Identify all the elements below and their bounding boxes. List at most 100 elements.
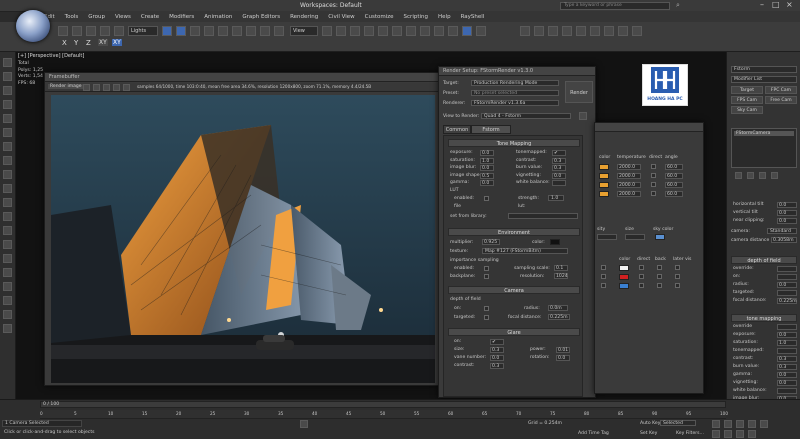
glare-field[interactable]: 0.0 (556, 355, 570, 361)
direct-checkbox[interactable] (651, 164, 656, 169)
utilities-icon[interactable] (3, 128, 12, 137)
param-field[interactable] (552, 180, 566, 186)
light-flag-checkbox[interactable] (675, 274, 680, 279)
light-flag-checkbox[interactable] (639, 274, 644, 279)
angle-field[interactable]: 60.0 (665, 173, 683, 179)
framebuffer-window[interactable]: Framebuffer Render image samples 64/1000… (44, 72, 441, 386)
grid-icon[interactable] (534, 26, 544, 36)
param-field[interactable]: 0.3 (552, 157, 566, 164)
param-field[interactable]: 0.0 (480, 165, 494, 171)
undo-icon[interactable] (86, 26, 96, 36)
make-unique-icon[interactable] (759, 172, 766, 179)
copy-image-icon[interactable] (93, 84, 100, 91)
size-field[interactable] (625, 234, 645, 240)
reference-coord-dropdown[interactable]: View (290, 26, 318, 36)
play-icon[interactable] (736, 420, 744, 428)
mirror-icon[interactable] (274, 26, 284, 36)
time-slider[interactable]: 0 / 100 (40, 401, 726, 408)
param-field[interactable]: 1.0 (480, 157, 494, 164)
rp-param-field[interactable]: 0.0 (777, 210, 797, 216)
angle-field[interactable]: 60.0 (665, 191, 683, 197)
rp-param-field[interactable]: 0.3 (777, 364, 797, 370)
direct-checkbox[interactable] (651, 191, 656, 196)
move-icon[interactable] (162, 26, 172, 36)
snap-toggle-icon[interactable] (3, 142, 12, 151)
temperature-field[interactable]: 2000.0 (617, 164, 641, 170)
freeze-icon[interactable] (3, 156, 12, 165)
minimize-icon[interactable]: – (760, 0, 764, 9)
camera-type-dropdown[interactable]: Standard (767, 228, 797, 234)
render-left-icon[interactable] (3, 310, 12, 319)
restrict-z-button[interactable]: Z (86, 39, 91, 47)
rp-param-field[interactable] (777, 388, 797, 394)
teapot-icon[interactable] (476, 26, 486, 36)
env-multiplier-field[interactable]: 0.925 (482, 239, 500, 245)
scale-icon[interactable] (190, 26, 200, 36)
render-setup-window[interactable]: Render Setup: FStormRender v1.3.0 Target… (438, 66, 596, 398)
light-color-swatch[interactable] (599, 173, 609, 179)
clear-image-icon[interactable] (113, 84, 120, 91)
align-icon[interactable] (336, 26, 346, 36)
param-field[interactable]: 0.0 (480, 180, 494, 186)
rp-tone-header[interactable]: tone mapping (731, 314, 797, 322)
layer-icon[interactable] (350, 26, 360, 36)
rp-param-field[interactable]: 0.0 (777, 202, 797, 208)
display-icon[interactable] (3, 114, 12, 123)
rendered-image[interactable] (51, 95, 435, 383)
pause-icon[interactable] (123, 84, 130, 91)
glare-field[interactable]: 0.3 (490, 347, 504, 353)
param-field[interactable]: 0.3 (552, 165, 566, 171)
dof-on-checkbox[interactable] (484, 306, 489, 311)
show-end-result-icon[interactable] (747, 172, 754, 179)
menu-item[interactable]: Customize (365, 14, 394, 20)
temperature-field[interactable]: 2000.0 (617, 173, 641, 179)
camera-type-button[interactable]: Free Cam (765, 96, 797, 104)
light-color-swatch[interactable] (599, 182, 609, 188)
importance-enabled-checkbox[interactable] (484, 266, 489, 271)
glare-field[interactable]: 0.01 (556, 347, 570, 353)
render-setup-icon[interactable] (420, 26, 430, 36)
maximize-icon[interactable]: □ (772, 0, 780, 9)
link-icon[interactable] (58, 26, 68, 36)
env-texture-button[interactable]: Map #127 (FStormBitm) (482, 248, 568, 254)
intensity-field[interactable] (597, 234, 617, 240)
search-icon[interactable]: ⌕ (676, 1, 680, 10)
maximize-viewport-icon[interactable] (748, 430, 756, 438)
camera-header[interactable]: Camera (448, 286, 580, 294)
search-input[interactable]: Type a keyword or phrase (560, 2, 670, 10)
lut-library-dropdown[interactable] (508, 213, 578, 219)
auto-key-button[interactable]: Auto Key (640, 421, 660, 426)
system-icon[interactable] (632, 26, 642, 36)
remove-modifier-icon[interactable] (771, 172, 778, 179)
timeline-track[interactable]: 0 5 10 15 20 25 30 35 40 45 50 55 60 65 70 75 80 85 90 95 10… (40, 410, 728, 419)
render-image-button[interactable]: Render image (48, 84, 84, 89)
lut-enabled-checkbox[interactable] (484, 196, 489, 201)
focal-distance-field[interactable]: 0.225m (548, 314, 570, 320)
pivot-icon[interactable] (322, 26, 332, 36)
render-icon[interactable] (448, 26, 458, 36)
key-selection-dropdown[interactable]: Selected (660, 420, 696, 426)
param-field[interactable]: 0.5 (480, 172, 494, 179)
percent-snap-icon[interactable] (246, 26, 256, 36)
scene-explorer-icon[interactable] (364, 26, 374, 36)
light-icon[interactable] (3, 254, 12, 263)
viewport-label[interactable]: [+] [Perspective] [Default] (18, 53, 84, 59)
angle-field[interactable]: 60.0 (665, 182, 683, 188)
lock-selection-icon[interactable] (300, 420, 308, 428)
glare-field[interactable]: ✔ (490, 339, 504, 345)
menu-item[interactable]: Help (438, 14, 451, 20)
rotate-icon[interactable] (176, 26, 186, 36)
view-dropdown[interactable]: Quad 4 - Fstorm (481, 113, 571, 119)
angle-field[interactable]: 60.0 (665, 164, 683, 170)
zoom-icon[interactable] (712, 430, 720, 438)
modify-icon[interactable] (3, 72, 12, 81)
edit-poly-icon[interactable] (3, 240, 12, 249)
curve-editor-icon[interactable] (378, 26, 388, 36)
snap-icon[interactable] (218, 26, 228, 36)
add-time-tag-button[interactable]: Add Time Tag (578, 431, 609, 436)
menu-item[interactable]: Create (141, 14, 159, 20)
viewport-layout-icon[interactable] (520, 26, 530, 36)
tab-fstorm-settings[interactable]: Fstorm settings (471, 125, 511, 142)
menu-item[interactable]: Tools (65, 14, 79, 20)
renderer-dropdown[interactable]: FStormRender v1.3.6a (471, 100, 559, 106)
